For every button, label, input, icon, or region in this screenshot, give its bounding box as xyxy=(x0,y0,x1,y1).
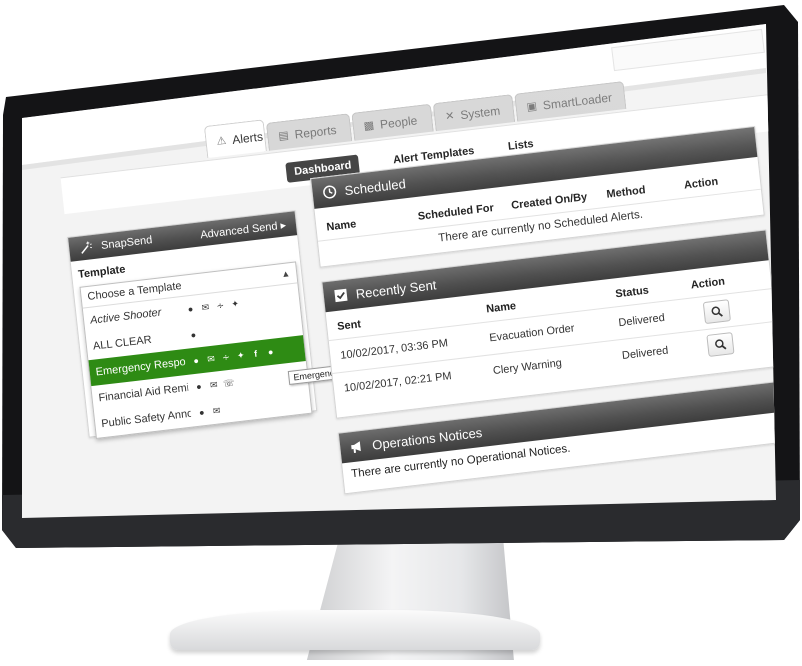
subnav-lists[interactable]: Lists xyxy=(507,138,534,153)
sms-icon: ● xyxy=(187,303,194,314)
template-dropdown[interactable]: Choose a Template ▲ Active Shooter ● ✉ ∻… xyxy=(79,261,313,439)
wand-icon xyxy=(79,240,94,256)
search-icon xyxy=(715,339,727,350)
snapsend-panel: SnapSend Advanced Send ▸ Template Choose… xyxy=(67,210,432,439)
megaphone-icon xyxy=(350,439,365,455)
email-icon: ✉ xyxy=(212,404,221,416)
rss-icon: ∻ xyxy=(215,299,225,311)
loader-icon: ▣ xyxy=(526,100,538,114)
twitter-icon: ✦ xyxy=(230,297,240,309)
email-icon: ✉ xyxy=(206,353,216,364)
tab-alerts[interactable]: ⚠ Alerts xyxy=(203,119,267,159)
facebook-icon: f xyxy=(253,348,258,359)
search-icon xyxy=(711,306,723,317)
phone-icon: ☏ xyxy=(222,376,235,389)
voice-icon: ● xyxy=(190,329,197,340)
sms-icon: ● xyxy=(192,354,200,366)
sms-icon: ● xyxy=(195,380,203,392)
checkbox-icon xyxy=(333,288,348,304)
email-icon: ✉ xyxy=(201,301,210,313)
warning-icon: ⚠ xyxy=(215,134,228,148)
caret-up-icon: ▲ xyxy=(280,268,291,280)
people-icon: ▩ xyxy=(363,119,375,133)
view-details-button[interactable] xyxy=(706,332,735,357)
rss-icon: ∻ xyxy=(221,351,231,363)
monitor-stand-base xyxy=(170,610,540,650)
tools-icon: ✕ xyxy=(444,109,456,123)
sms-icon: ● xyxy=(198,406,205,418)
view-details-button[interactable] xyxy=(702,299,731,325)
clock-icon xyxy=(322,184,337,200)
report-icon: ▤ xyxy=(277,129,290,143)
email-icon: ✉ xyxy=(209,378,219,390)
twitter-icon: ✦ xyxy=(236,349,246,361)
voice-icon: ● xyxy=(267,346,274,357)
